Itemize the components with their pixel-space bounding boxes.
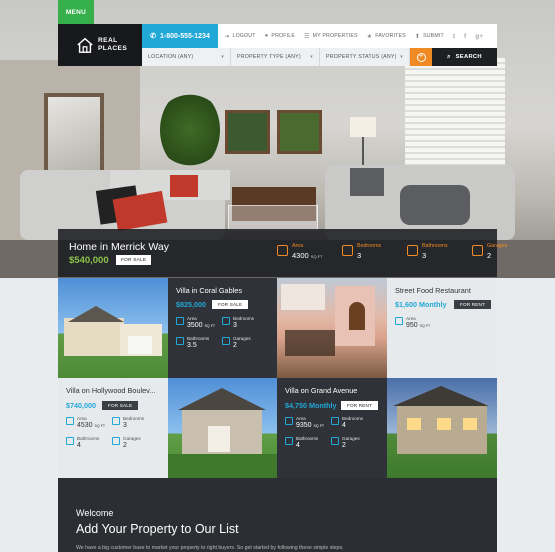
bath-icon	[285, 437, 293, 445]
search-button[interactable]: ⌕ SEARCH	[432, 48, 497, 66]
garage-icon	[472, 245, 483, 256]
twitter-icon[interactable]: t	[453, 33, 455, 40]
featured-price: $540,000	[69, 255, 109, 266]
house-icon	[77, 37, 93, 53]
logout-icon: ⇥	[224, 33, 230, 40]
bath-icon	[407, 245, 418, 256]
user-icon: ●	[264, 33, 269, 39]
favorites-link[interactable]: ★ FAVORITES	[367, 33, 406, 40]
location-select[interactable]: LOCATION (ANY) ▾	[142, 48, 231, 66]
featured-stats: Area 4300 SQ FT Bedrooms 3 Bathrooms 3 Gara…	[277, 243, 527, 260]
garage-icon	[222, 337, 230, 345]
area-icon	[176, 317, 184, 325]
property-search: LOCATION (ANY) ▾ PROPERTY TYPE (ANY) ▾ PRO…	[142, 48, 497, 66]
welcome-section: Welcome Add Your Property to Our List We…	[58, 478, 497, 552]
bath-icon	[66, 437, 74, 445]
area-icon	[395, 317, 403, 325]
area-icon	[66, 417, 74, 425]
featured-title[interactable]: Home in Merrick Way	[69, 241, 169, 253]
property-card[interactable]: Villa in Coral Gables $825,000 FOR SALE …	[168, 278, 277, 378]
advanced-search-button[interactable]: +	[410, 48, 432, 66]
featured-property[interactable]: Home in Merrick Way $540,000 FOR SALE Ar…	[58, 229, 507, 277]
status-badge: FOR RENT	[341, 401, 379, 410]
google-plus-icon[interactable]: g+	[475, 33, 483, 40]
property-photo[interactable]	[387, 378, 497, 478]
submit-link[interactable]: ⬆ SUBMIT	[415, 33, 444, 40]
area-icon	[285, 417, 293, 425]
status-badge: FOR SALE	[116, 255, 152, 265]
status-badge: FOR SALE	[102, 401, 139, 410]
chevron-down-icon: ▾	[400, 54, 403, 60]
logo-text: REAL PLACES	[98, 37, 128, 52]
property-status-select[interactable]: PROPERTY STATUS (ANY) ▾	[320, 48, 410, 66]
phone-number[interactable]: ✆ 1-800-555-1234	[142, 24, 218, 48]
my-properties-link[interactable]: ☰ MY PROPERTIES	[304, 33, 358, 40]
property-photo[interactable]	[168, 378, 277, 478]
area-icon	[277, 245, 288, 256]
property-title[interactable]: Street Food Restaurant	[395, 286, 471, 295]
welcome-text: We have a big customer base to market yo…	[76, 545, 344, 551]
logout-link[interactable]: ⇥ LOGOUT	[224, 33, 255, 40]
search-icon: ⌕	[447, 53, 451, 60]
welcome-title: Add Your Property to Our List	[76, 522, 239, 536]
facebook-icon[interactable]: f	[464, 33, 466, 40]
property-price: $825,000	[176, 300, 206, 309]
garage-icon	[331, 437, 339, 445]
property-price: $740,000	[66, 401, 96, 410]
status-badge: FOR SALE	[212, 300, 249, 309]
star-icon: ★	[366, 33, 373, 40]
phone-icon: ✆	[150, 33, 157, 40]
property-type-select[interactable]: PROPERTY TYPE (ANY) ▾	[231, 48, 320, 66]
bath-icon	[176, 337, 184, 345]
user-nav: ⇥ LOGOUT ● PROFILE ☰ MY PROPERTIES ★ FAVORIT…	[218, 24, 497, 48]
welcome-subtitle: Welcome	[76, 508, 114, 518]
property-price: $1,600 Monthly	[395, 300, 447, 309]
status-badge: FOR RENT	[454, 300, 492, 309]
chevron-down-icon: ▾	[221, 54, 224, 60]
property-title[interactable]: Villa on Grand Avenue	[285, 386, 357, 395]
property-card[interactable]: Villa on Hollywood Boulev... $740,000 FO…	[58, 378, 168, 478]
bed-icon	[112, 417, 120, 425]
profile-link[interactable]: ● PROFILE	[265, 33, 295, 39]
chevron-down-icon: ▾	[310, 54, 313, 60]
menu-button[interactable]: MENU	[58, 0, 94, 24]
property-title[interactable]: Villa on Hollywood Boulev...	[66, 386, 155, 395]
bed-icon	[222, 317, 230, 325]
bed-icon	[342, 245, 353, 256]
plus-icon: +	[416, 52, 426, 62]
property-price: $4,750 Monthly	[285, 401, 337, 410]
bed-icon	[331, 417, 339, 425]
property-photo[interactable]	[277, 278, 387, 378]
submit-icon: ⬆	[414, 33, 421, 40]
property-card[interactable]: Street Food Restaurant $1,600 Monthly FO…	[387, 278, 497, 378]
property-title[interactable]: Villa in Coral Gables	[176, 286, 242, 295]
garage-icon	[112, 437, 120, 445]
site-logo[interactable]: REAL PLACES	[58, 24, 142, 66]
property-card[interactable]: Villa on Grand Avenue $4,750 Monthly FOR…	[277, 378, 387, 478]
list-icon: ☰	[304, 33, 310, 40]
property-photo[interactable]	[58, 278, 168, 378]
